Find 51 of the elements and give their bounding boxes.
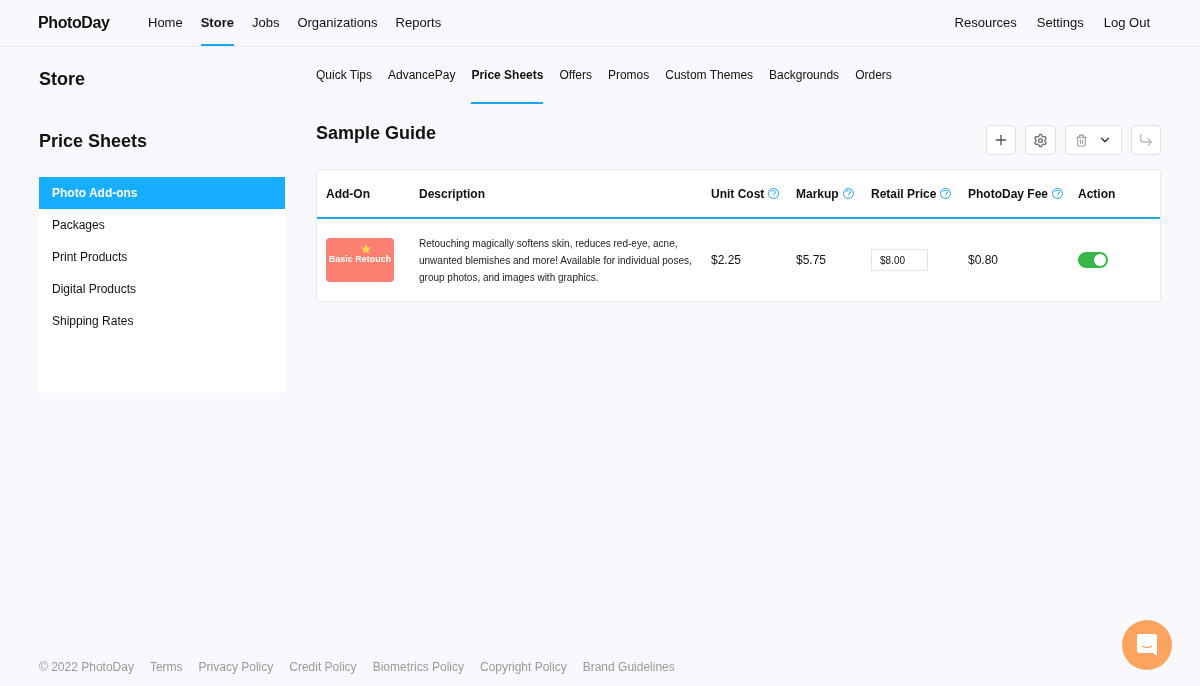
sub-tab[interactable]: Promos bbox=[607, 47, 650, 104]
trash-icon bbox=[1075, 133, 1088, 147]
sub-tab[interactable]: Orders bbox=[855, 47, 892, 104]
nav-link[interactable]: Settings bbox=[1036, 13, 1084, 33]
column-header: Markup bbox=[796, 185, 839, 203]
sidebar-title: Price Sheets bbox=[39, 130, 149, 153]
sub-tab[interactable]: Quick Tips bbox=[316, 47, 372, 104]
chat-button[interactable] bbox=[1122, 620, 1172, 670]
delete-dropdown-button[interactable] bbox=[1065, 125, 1122, 155]
photoday-logo[interactable]: PhotoDay bbox=[38, 11, 110, 35]
sub-tab[interactable]: Offers bbox=[559, 47, 592, 104]
settings-button[interactable] bbox=[1025, 125, 1056, 155]
description-text: Retouching magically softens skin, reduces red-eye, acne, unwanted blemishes and more! Available for individual poses, group photos, and images with graphics. bbox=[419, 236, 693, 285]
chat-icon bbox=[1137, 634, 1157, 656]
add-button[interactable] bbox=[986, 125, 1016, 155]
sub-tab[interactable]: Backgrounds bbox=[769, 47, 840, 104]
settings-icon bbox=[1033, 132, 1048, 148]
move-button[interactable] bbox=[1131, 125, 1161, 155]
sheet-title: Sample Guide bbox=[316, 122, 437, 145]
sidebar-item[interactable]: Shipping Rates bbox=[39, 305, 285, 337]
thumbnail-label: Basic Retouch bbox=[328, 253, 392, 267]
star-icon bbox=[361, 244, 371, 254]
corner-arrow-icon bbox=[1138, 132, 1154, 148]
sidebar-item[interactable]: Digital Products bbox=[39, 273, 285, 305]
help-icon[interactable] bbox=[1052, 188, 1063, 199]
column-header: Retail Price bbox=[871, 185, 937, 203]
copyright-text: © 2022 PhotoDay bbox=[39, 659, 134, 676]
retail-price-field[interactable]: $8.00 bbox=[871, 249, 928, 271]
unit-cost: $2.25 bbox=[711, 253, 742, 267]
sidebar-item[interactable]: Packages bbox=[39, 209, 285, 241]
nav-link[interactable]: Organizations bbox=[297, 0, 378, 46]
nav-link[interactable]: Reports bbox=[395, 0, 442, 46]
column-header: Action bbox=[1078, 185, 1116, 203]
nav-link[interactable]: Store bbox=[200, 0, 234, 46]
sub-tab[interactable]: Custom Themes bbox=[665, 47, 754, 104]
markup: $5.75 bbox=[796, 253, 827, 267]
sub-tab[interactable]: Price Sheets bbox=[471, 47, 544, 104]
nav-link[interactable]: Home bbox=[148, 0, 183, 46]
sub-tab[interactable]: AdvancePay bbox=[388, 47, 456, 104]
column-header: PhotoDay Fee bbox=[968, 185, 1048, 203]
nav-link[interactable]: Log Out bbox=[1103, 13, 1150, 33]
photoday-fee: $0.80 bbox=[968, 253, 999, 267]
column-header: Description bbox=[419, 185, 485, 203]
page-title: Store bbox=[39, 68, 86, 91]
sidebar-item[interactable]: Print Products bbox=[39, 241, 285, 273]
nav-link[interactable]: Resources bbox=[954, 13, 1017, 33]
column-header: Unit Cost bbox=[711, 185, 765, 203]
plus-icon bbox=[993, 132, 1009, 148]
column-header: Add-On bbox=[326, 185, 370, 203]
toggle-switch[interactable] bbox=[1078, 252, 1108, 268]
nav-link[interactable]: Jobs bbox=[251, 0, 280, 46]
